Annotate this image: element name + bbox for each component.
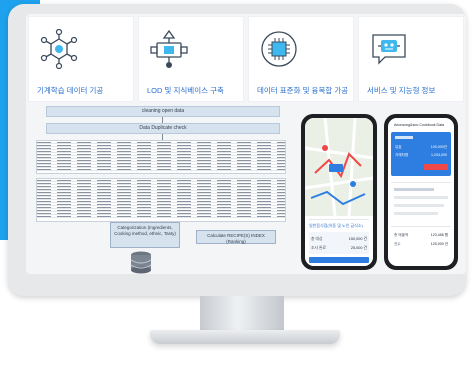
processed-data-table xyxy=(36,178,286,222)
monitor-screen: 기계학습 데이터 기공 LOD 및 지식베이스 구축 데이터 표준화 및 융복합… xyxy=(26,14,466,274)
monitor-stand-neck xyxy=(200,296,284,332)
row-value: 25,000 건 xyxy=(351,245,368,250)
row-value: 125,000 건 xyxy=(431,241,448,246)
row-value: 150,000 건 xyxy=(349,236,368,241)
row-value: 123,456 원 xyxy=(431,232,448,237)
card-ml-data[interactable]: 기계학습 데이터 기공 xyxy=(28,16,134,102)
data-pipeline-diagram: cleaning open data Data Duplicate check … xyxy=(36,106,286,274)
card-intelligent-service[interactable]: 서비스 및 지능형 정보 xyxy=(358,16,464,102)
phone-detail: Aeonsong&soo Cookbook Data 유효 100,000건 거… xyxy=(384,114,458,270)
categorization-box: Categorization (Ingredients, Cooking met… xyxy=(110,222,180,248)
map-view: 일반음식점(아동 및 노인 급식소) 총 대상 150,000 건 조사 완료 … xyxy=(305,118,373,266)
monitor-stand-base xyxy=(150,330,340,344)
phone-left-card-title: 일반음식점(아동 및 노인 급식소) xyxy=(309,222,364,228)
database-flow-icon xyxy=(150,29,188,68)
ranking-box: Calculate RECIPE(S) INDEX (Ranking) xyxy=(196,230,276,244)
card-label: 서비스 및 지능형 정보 xyxy=(367,86,436,95)
chip-icon xyxy=(261,31,297,67)
network-nodes-icon xyxy=(40,29,78,69)
detail-view: Aeonsong&soo Cookbook Data 유효 100,000건 거… xyxy=(388,118,454,246)
row-key: 조사 완료 xyxy=(311,245,327,250)
row-key: 총 대상 xyxy=(311,236,323,241)
phone-detail-screen: Aeonsong&soo Cookbook Data 유효 100,000건 거… xyxy=(388,118,454,266)
card-lod[interactable]: LOD 및 지식베이스 구축 xyxy=(138,16,244,102)
card-label: LOD 및 지식베이스 구축 xyxy=(147,86,224,95)
card-label: 기계학습 데이터 기공 xyxy=(37,86,104,95)
row-value: 100,000건 xyxy=(431,144,447,149)
monitor: 기계학습 데이터 기공 LOD 및 지식베이스 구축 데이터 표준화 및 융복합… xyxy=(8,4,466,296)
row-key: 거래처명 xyxy=(395,152,408,157)
detail-header: Aeonsong&soo Cookbook Data xyxy=(394,123,444,127)
phone-map-screen: 일반음식점(아동 및 노인 급식소) 총 대상 150,000 건 조사 완료 … xyxy=(305,118,373,266)
step-duplicate-check: Data Duplicate check xyxy=(46,123,280,134)
service-cards: 기계학습 데이터 기공 LOD 및 지식베이스 구축 데이터 표준화 및 융복합… xyxy=(28,16,464,102)
row-key: 유효 xyxy=(395,144,402,149)
raw-data-table xyxy=(36,140,286,174)
row-value: 1,234,000 xyxy=(431,153,447,157)
database-icon xyxy=(130,251,152,274)
step-cleaning: cleaning open data xyxy=(46,106,280,117)
robot-chat-icon xyxy=(372,34,406,65)
row-key: 총 매출액 xyxy=(394,232,408,237)
card-standardization[interactable]: 데이터 표준화 및 융복합 가공 xyxy=(248,16,354,102)
phone-map: 일반음식점(아동 및 노인 급식소) 총 대상 150,000 건 조사 완료 … xyxy=(301,114,377,270)
card-label: 데이터 표준화 및 융복합 가공 xyxy=(257,86,349,95)
row-key: 건수 xyxy=(394,241,401,246)
